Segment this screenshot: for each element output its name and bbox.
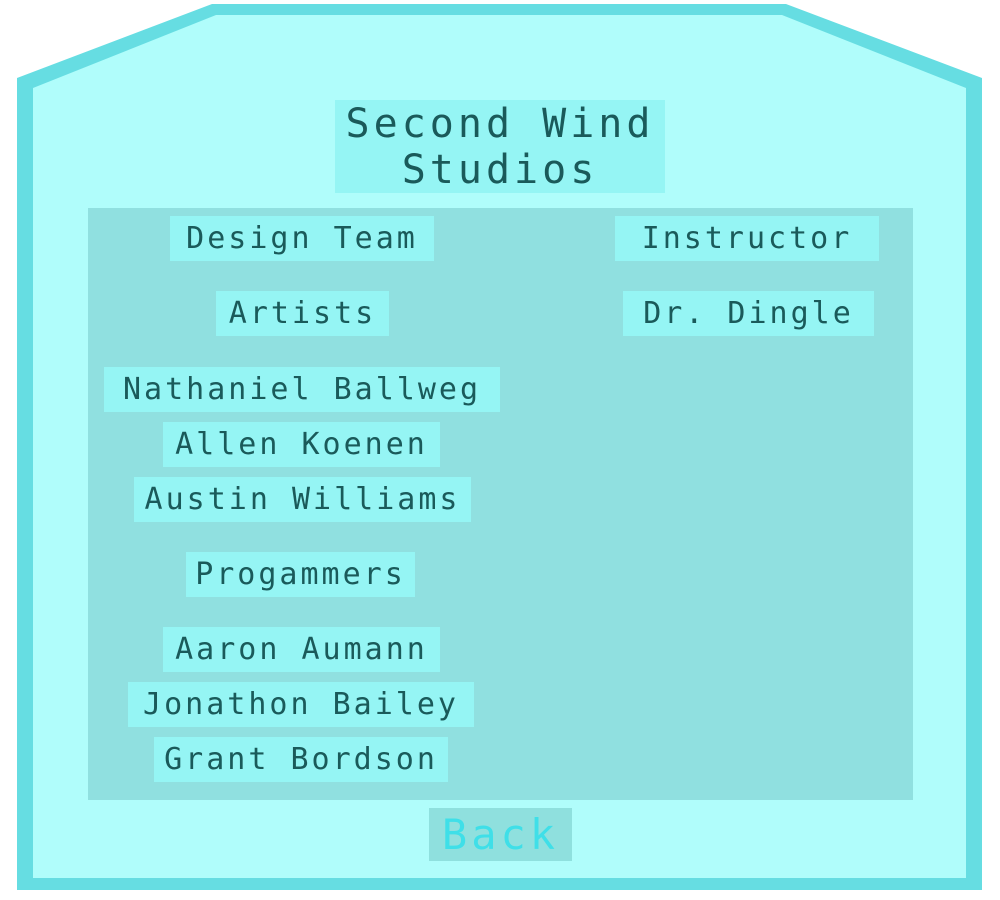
studio-title: Second Wind Studios <box>335 100 665 193</box>
credits-screen: Second Wind Studios Design Team Artists … <box>0 0 1000 900</box>
instructor-header: Instructor <box>615 216 879 261</box>
artist-name: Allen Koenen <box>163 422 440 467</box>
programmer-name: Jonathon Bailey <box>128 682 474 727</box>
programmer-name: Grant Bordson <box>154 737 448 782</box>
back-button[interactable]: Back <box>429 808 572 861</box>
design-team-header: Design Team <box>170 216 434 261</box>
artists-header: Artists <box>216 291 389 336</box>
studio-title-line2: Studios <box>401 146 599 193</box>
studio-title-line1: Second Wind <box>345 100 655 147</box>
artist-name: Nathaniel Ballweg <box>104 367 500 412</box>
instructor-name: Dr. Dingle <box>623 291 874 336</box>
artist-name: Austin Williams <box>134 477 471 522</box>
programmer-name: Aaron Aumann <box>163 627 440 672</box>
programmers-header: Progammers <box>186 552 415 597</box>
